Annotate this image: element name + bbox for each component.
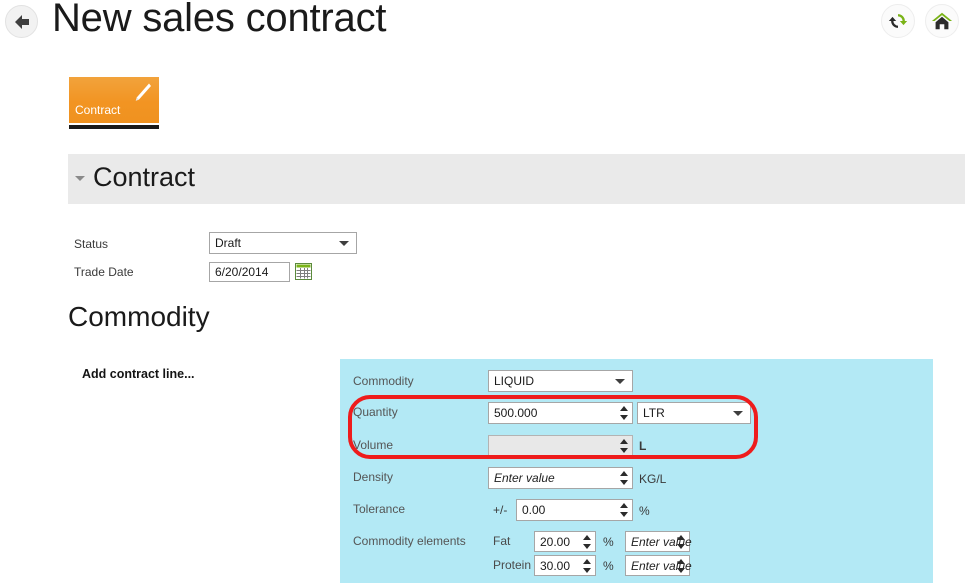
status-value: Draft [215, 236, 242, 250]
pencil-icon [135, 83, 151, 101]
fat-stepper[interactable] [583, 534, 592, 550]
volume-stepper [620, 438, 629, 454]
density-label: Density [353, 470, 394, 484]
fat-unit: % [603, 535, 614, 549]
tolerance-stepper[interactable] [620, 502, 629, 518]
commodity-row-label: Commodity [353, 374, 414, 388]
calendar-button[interactable] [295, 263, 312, 280]
fat-extra-stepper[interactable] [677, 534, 686, 550]
quantity-stepper[interactable] [620, 405, 629, 421]
status-label: Status [74, 237, 109, 251]
chevron-down-icon [733, 411, 743, 416]
section-title: Contract [93, 162, 196, 192]
tolerance-unit: % [639, 504, 650, 518]
trade-date-input[interactable]: 6/20/2014 [209, 262, 290, 282]
commodity-heading: Commodity [68, 301, 210, 332]
home-button[interactable] [925, 4, 959, 38]
protein-extra-stepper[interactable] [677, 558, 686, 574]
quantity-label: Quantity [353, 405, 398, 419]
protein-extra-input[interactable]: Enter value [625, 555, 692, 576]
density-unit: KG/L [639, 472, 667, 486]
commodity-elements-label: Commodity elements [353, 534, 466, 548]
tolerance-prefix: +/- [493, 503, 508, 517]
trade-date-label: Trade Date [74, 265, 134, 279]
home-icon [931, 12, 953, 30]
protein-input[interactable]: 30.00 [534, 555, 596, 576]
chevron-down-icon [339, 241, 349, 246]
density-input[interactable]: Enter value [488, 467, 633, 489]
back-button[interactable] [5, 5, 38, 38]
trade-date-value: 6/20/2014 [215, 265, 269, 279]
density-placeholder: Enter value [494, 471, 555, 485]
tolerance-label: Tolerance [353, 502, 406, 516]
fat-input[interactable]: 20.00 [534, 531, 596, 552]
fat-value: 20.00 [540, 534, 571, 549]
status-select[interactable]: Draft [209, 232, 357, 254]
tab-active-underline [69, 125, 159, 129]
protein-unit: % [603, 559, 614, 573]
caret-down-icon[interactable] [75, 176, 85, 181]
volume-unit: L [639, 439, 647, 453]
calendar-icon [295, 263, 312, 280]
element-name-protein: Protein [493, 558, 532, 572]
commodity-select[interactable]: LIQUID [488, 370, 633, 392]
density-stepper[interactable] [620, 470, 629, 486]
volume-label: Volume [353, 438, 394, 452]
add-contract-line-link[interactable]: Add contract line... [82, 367, 195, 381]
chevron-down-icon [615, 379, 625, 384]
fat-extra-input[interactable]: Enter value [625, 531, 692, 552]
tolerance-value: 0.00 [522, 503, 546, 517]
refresh-button[interactable] [881, 4, 915, 38]
quantity-uom-value: LTR [643, 406, 665, 420]
tolerance-input[interactable]: 0.00 [516, 499, 633, 521]
protein-value: 30.00 [540, 558, 571, 573]
refresh-icon [888, 14, 908, 28]
element-name-fat: Fat [493, 534, 511, 548]
page-title: New sales contract [52, 0, 387, 40]
tab-contract[interactable]: Contract [69, 77, 159, 123]
quantity-uom-select[interactable]: LTR [637, 402, 751, 424]
protein-stepper[interactable] [583, 558, 592, 574]
quantity-value: 500.000 [494, 406, 538, 420]
back-arrow-icon [14, 14, 29, 29]
section-header-bar[interactable] [68, 154, 965, 204]
commodity-value: LIQUID [494, 374, 535, 388]
volume-input [488, 435, 633, 457]
top-bar: New sales contract [0, 0, 965, 56]
tab-contract-label: Contract [75, 103, 121, 117]
quantity-input[interactable]: 500.000 [488, 402, 633, 424]
